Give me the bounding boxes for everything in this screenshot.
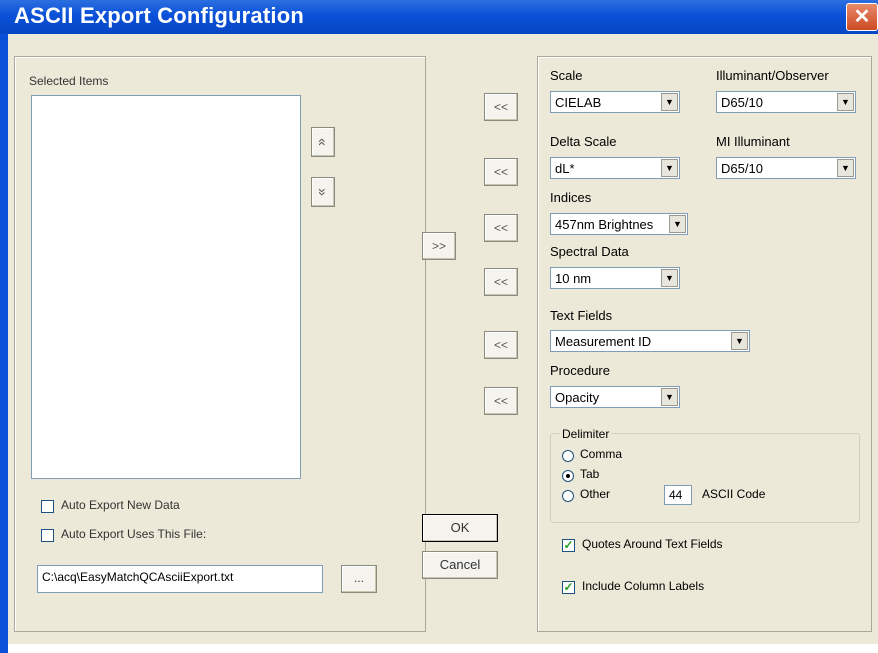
procedure-label: Procedure xyxy=(550,363,610,378)
other-radio[interactable] xyxy=(562,490,574,502)
chevron-down-icon: ▼ xyxy=(661,93,678,111)
comma-radio[interactable] xyxy=(562,450,574,462)
procedure-dropdown[interactable]: Opacity ▼ xyxy=(550,386,680,408)
mi-illuminant-label: MI Illuminant xyxy=(716,134,790,149)
browse-button[interactable]: ... xyxy=(341,565,377,593)
comma-label: Comma xyxy=(580,447,623,461)
chevron-down-icon: ▼ xyxy=(837,93,854,111)
ok-button[interactable]: OK xyxy=(422,514,498,542)
spectral-data-label: Spectral Data xyxy=(550,244,629,259)
remove-procedure-button[interactable]: << xyxy=(484,387,518,415)
ascii-code-field[interactable]: 44 xyxy=(664,485,692,505)
remove-delta-scale-button[interactable]: << xyxy=(484,158,518,186)
text-fields-label: Text Fields xyxy=(550,308,613,323)
delimiter-label: Delimiter xyxy=(560,427,612,441)
title-bar: ASCII Export Configuration ✕ xyxy=(0,0,878,34)
other-label: Other xyxy=(580,487,611,501)
include-column-labels-checkbox[interactable]: ✓ xyxy=(562,581,575,594)
checkmark-icon: ✓ xyxy=(563,538,574,552)
chevron-down-icon: ▼ xyxy=(661,159,678,177)
bottom-edge xyxy=(8,644,878,653)
auto-export-uses-file-checkbox[interactable] xyxy=(41,529,54,542)
auto-export-new-data-label: Auto Export New Data xyxy=(61,498,180,512)
chevron-down-icon: ▼ xyxy=(731,332,748,350)
move-up-button[interactable]: « xyxy=(311,127,335,157)
cancel-button[interactable]: Cancel xyxy=(422,551,498,579)
remove-scale-button[interactable]: << xyxy=(484,93,518,121)
checkmark-icon: ✓ xyxy=(563,580,574,594)
quotes-around-text-fields-checkbox[interactable]: ✓ xyxy=(562,539,575,552)
chevron-down-icon: ▼ xyxy=(837,159,854,177)
scale-label: Scale xyxy=(550,68,583,83)
chevron-down-icon: ▼ xyxy=(661,388,678,406)
illuminant-observer-dropdown[interactable]: D65/10 ▼ xyxy=(716,91,856,113)
selected-items-label: Selected Items xyxy=(29,74,109,88)
add-button[interactable]: >> xyxy=(422,232,456,260)
spectral-data-dropdown[interactable]: 10 nm ▼ xyxy=(550,267,680,289)
scale-dropdown[interactable]: CIELAB ▼ xyxy=(550,91,680,113)
delta-scale-dropdown[interactable]: dL* ▼ xyxy=(550,157,680,179)
mi-illuminant-dropdown[interactable]: D65/10 ▼ xyxy=(716,157,856,179)
selected-items-list[interactable] xyxy=(31,95,301,479)
auto-export-new-data-checkbox[interactable] xyxy=(41,500,54,513)
remove-text-fields-button[interactable]: << xyxy=(484,331,518,359)
delta-scale-label: Delta Scale xyxy=(550,134,617,149)
selected-items-panel: Selected Items « » Auto Export New Data … xyxy=(14,56,426,632)
chevron-down-icon: ▼ xyxy=(661,269,678,287)
auto-export-uses-file-label: Auto Export Uses This File: xyxy=(61,527,207,541)
quotes-around-text-fields-label: Quotes Around Text Fields xyxy=(582,537,723,551)
remove-indices-button[interactable]: << xyxy=(484,214,518,242)
text-fields-dropdown[interactable]: Measurement ID ▼ xyxy=(550,330,750,352)
double-chevron-up-icon: « xyxy=(314,138,331,146)
include-column-labels-label: Include Column Labels xyxy=(582,579,705,593)
illuminant-observer-label: Illuminant/Observer xyxy=(716,68,829,83)
double-chevron-down-icon: » xyxy=(314,188,331,196)
dialog-body: Selected Items « » Auto Export New Data … xyxy=(8,34,878,644)
indices-label: Indices xyxy=(550,190,592,205)
chevron-down-icon: ▼ xyxy=(669,215,686,233)
tab-radio[interactable] xyxy=(562,470,574,482)
ascii-code-label: ASCII Code xyxy=(702,487,766,501)
export-file-path-field[interactable]: C:\acq\EasyMatchQCAsciiExport.txt xyxy=(37,565,323,593)
move-down-button[interactable]: » xyxy=(311,177,335,207)
window-title: ASCII Export Configuration xyxy=(14,3,304,28)
export-options-panel: Scale CIELAB ▼ Illuminant/Observer D65/1… xyxy=(537,56,872,632)
indices-dropdown[interactable]: 457nm Brightnes ▼ xyxy=(550,213,688,235)
tab-label: Tab xyxy=(580,467,600,481)
remove-spectral-data-button[interactable]: << xyxy=(484,268,518,296)
close-button[interactable]: ✕ xyxy=(846,3,878,31)
